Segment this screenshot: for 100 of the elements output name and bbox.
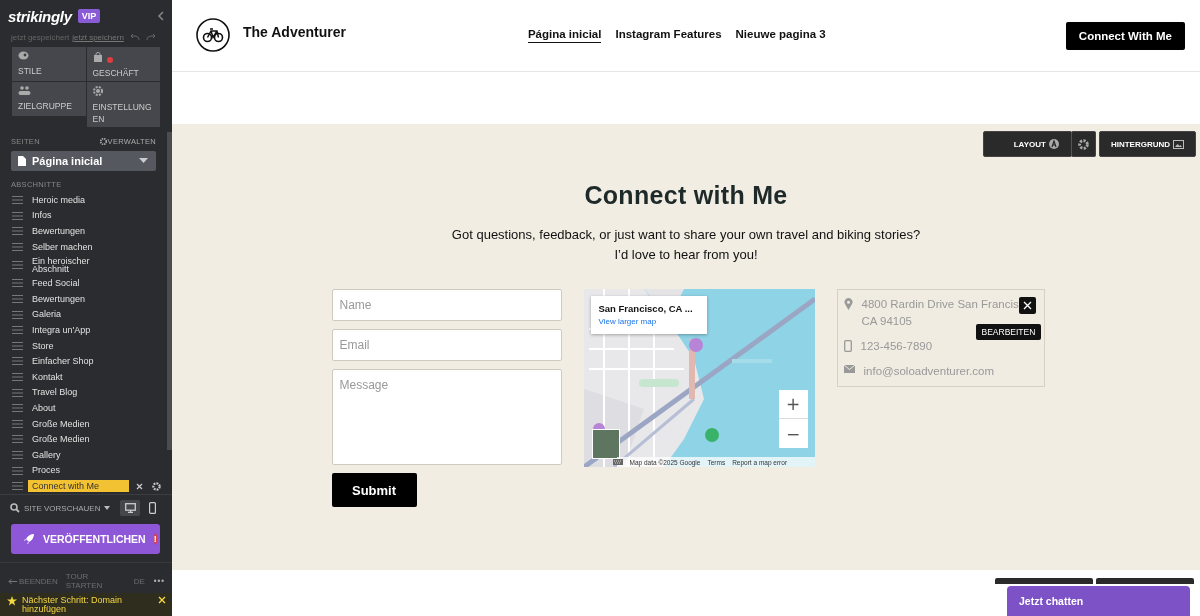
redo-icon[interactable] bbox=[145, 33, 156, 42]
image-icon bbox=[1173, 139, 1184, 149]
drag-handle-icon[interactable] bbox=[12, 466, 23, 475]
shopping-bag-icon bbox=[92, 50, 103, 62]
chat-widget[interactable]: Jetzt chatten bbox=[1007, 586, 1190, 616]
drag-handle-icon[interactable] bbox=[12, 242, 23, 251]
drag-handle-icon[interactable] bbox=[12, 357, 23, 366]
search-icon bbox=[10, 503, 20, 513]
page-select[interactable]: Página inicial bbox=[11, 150, 156, 172]
drag-handle-icon[interactable] bbox=[12, 404, 23, 413]
section-item[interactable]: Galeria bbox=[32, 308, 122, 321]
drag-handle-icon[interactable] bbox=[12, 373, 23, 382]
drag-handle-icon[interactable] bbox=[12, 295, 23, 304]
section-item[interactable]: Große Medien bbox=[32, 433, 122, 446]
bicycle-logo-icon bbox=[196, 17, 230, 52]
drag-handle-icon[interactable] bbox=[12, 341, 23, 350]
close-button[interactable] bbox=[1018, 297, 1036, 314]
section-item[interactable]: Bewertungen bbox=[32, 292, 122, 306]
submit-button[interactable]: Submit bbox=[331, 473, 417, 507]
section-item[interactable]: About bbox=[32, 402, 122, 415]
satellite-toggle[interactable] bbox=[591, 429, 620, 459]
section-item[interactable]: Ein heroischer Abschnitt bbox=[32, 254, 122, 276]
section-item[interactable]: Große Medien bbox=[32, 417, 122, 431]
layout-button[interactable]: LAYOUT bbox=[982, 131, 1072, 157]
tool-button[interactable]: ZIELGRUPPE bbox=[12, 81, 86, 116]
close-icon[interactable] bbox=[158, 596, 166, 604]
section-item[interactable]: Selber machen bbox=[32, 240, 122, 254]
drag-handle-icon[interactable] bbox=[12, 310, 23, 319]
section-item[interactable]: Feed Social bbox=[32, 277, 122, 290]
contact-phone: 123-456-7890 bbox=[860, 339, 933, 354]
letter-circle-icon bbox=[1048, 139, 1059, 149]
section-item[interactable]: Gallery bbox=[32, 448, 122, 462]
section-item[interactable]: Travel Blog bbox=[32, 386, 122, 399]
tool-button[interactable]: EINSTELLUNGEN bbox=[86, 81, 160, 127]
next-step-text: Nächster Schritt: Domain hinzufügen bbox=[22, 596, 124, 614]
nav-link[interactable]: Nieuwe pagina 3 bbox=[735, 28, 826, 43]
section-item[interactable]: Kontakt bbox=[32, 370, 122, 384]
more-button[interactable]: ••• bbox=[152, 572, 164, 590]
drag-handle-icon[interactable] bbox=[12, 451, 23, 459]
larger-map-link[interactable]: View larger map bbox=[598, 317, 707, 326]
drag-handle-icon[interactable] bbox=[12, 435, 23, 444]
section-item[interactable]: Heroic media bbox=[32, 193, 122, 207]
drag-handle-icon[interactable] bbox=[12, 196, 23, 205]
strikingly-logo: strikingly bbox=[8, 7, 72, 25]
preview-dropdown[interactable]: SITE VORSCHAUEN bbox=[10, 503, 111, 513]
input-field[interactable]: Email bbox=[331, 329, 562, 361]
section-subtitle: Got questions, feedback, or just want to share your own travel and biking stories? I’d love to hear from you! bbox=[451, 226, 921, 264]
caret-icon bbox=[139, 158, 148, 164]
phone-icon bbox=[843, 340, 852, 352]
section-item[interactable]: Bewertungen bbox=[32, 225, 122, 238]
edit-tooltip[interactable]: BEARBEITEN bbox=[975, 324, 1042, 340]
section-item[interactable]: Einfacher Shop bbox=[32, 355, 122, 368]
drag-handle-icon[interactable] bbox=[12, 211, 23, 220]
monitor-icon bbox=[124, 503, 136, 513]
drag-handle-icon[interactable] bbox=[12, 482, 23, 491]
section-item[interactable]: Infos bbox=[32, 209, 122, 222]
drag-handle-icon[interactable] bbox=[12, 279, 23, 288]
section-item[interactable]: Store bbox=[32, 339, 122, 353]
background-button[interactable]: HINTERGRUND bbox=[1098, 131, 1196, 157]
contact-email: info@soloadventurer.com bbox=[863, 364, 995, 379]
keyboard-icon[interactable] bbox=[612, 459, 623, 465]
section-item[interactable]: Integra un'App bbox=[32, 324, 122, 337]
input-field[interactable]: Name bbox=[331, 289, 562, 321]
star-icon bbox=[7, 596, 17, 606]
message-field[interactable]: Message bbox=[331, 369, 562, 465]
people-icon bbox=[18, 85, 31, 95]
close-icon bbox=[1022, 301, 1032, 310]
arrow-left-icon bbox=[8, 577, 17, 585]
gear-icon bbox=[92, 85, 103, 96]
publish-button[interactable]: VERÖFFENTLICHEN ! bbox=[11, 524, 160, 554]
phone-icon bbox=[148, 502, 156, 514]
drag-handle-icon[interactable] bbox=[12, 227, 23, 236]
alert-badge: ! bbox=[153, 533, 157, 545]
section-item[interactable]: Connect with Me bbox=[28, 479, 129, 493]
settings-button[interactable] bbox=[1070, 131, 1096, 157]
vip-badge: VIP bbox=[77, 9, 101, 24]
nav-link[interactable]: Instagram Features bbox=[615, 28, 722, 43]
location-pin-icon bbox=[843, 298, 853, 310]
drag-handle-icon[interactable] bbox=[12, 388, 23, 397]
site-title: The Adventurer bbox=[243, 23, 346, 40]
nav-link[interactable]: Página inicial bbox=[527, 28, 602, 43]
drag-handle-icon[interactable] bbox=[12, 419, 23, 428]
gear-icon bbox=[99, 137, 107, 145]
section-title: Connect with Me bbox=[584, 181, 788, 210]
drag-handle-icon[interactable] bbox=[12, 261, 23, 270]
tool-button[interactable]: STILE bbox=[12, 46, 86, 81]
gear-icon[interactable] bbox=[152, 481, 161, 491]
tool-button[interactable]: GESCHÄFT bbox=[86, 46, 160, 81]
caret-icon bbox=[104, 506, 111, 510]
rocket-icon bbox=[23, 533, 35, 545]
envelope-icon bbox=[843, 365, 855, 373]
connect-button[interactable]: Connect With Me bbox=[1065, 21, 1185, 50]
gear-icon bbox=[1077, 138, 1089, 150]
desktop-view-button[interactable] bbox=[120, 500, 140, 516]
section-item[interactable]: Proces bbox=[32, 464, 122, 477]
collapse-icon[interactable] bbox=[157, 11, 164, 22]
drag-handle-icon[interactable] bbox=[12, 326, 23, 335]
undo-icon[interactable] bbox=[129, 33, 140, 42]
close-icon[interactable] bbox=[136, 482, 143, 490]
palette-icon bbox=[18, 50, 29, 60]
